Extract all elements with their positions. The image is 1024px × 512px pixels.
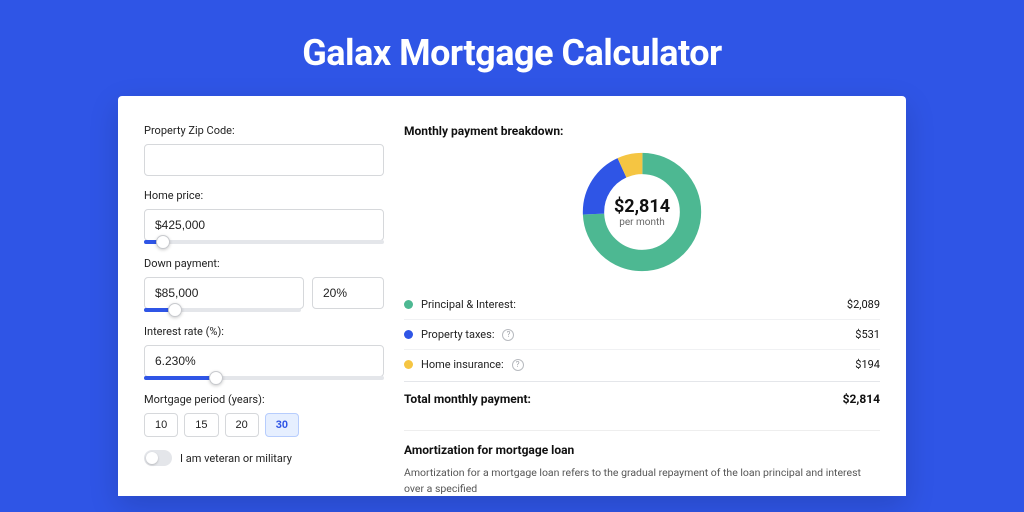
down-payment-label: Down payment:	[144, 257, 384, 270]
home-price-slider[interactable]	[144, 240, 384, 244]
breakdown-legend: Principal & Interest: $2,089 Property taxe…	[404, 290, 880, 379]
total-label: Total monthly payment:	[404, 392, 531, 406]
amortization-text: Amortization for a mortgage loan refers …	[404, 465, 880, 497]
period-option-30[interactable]: 30	[265, 413, 299, 437]
amortization-title: Amortization for mortgage loan	[404, 443, 880, 457]
down-payment-slider[interactable]	[144, 308, 301, 312]
interest-field-group: Interest rate (%):	[144, 325, 384, 380]
zip-field-group: Property Zip Code:	[144, 124, 384, 176]
period-options: 1015 2030	[144, 413, 384, 437]
interest-slider-fill	[144, 376, 216, 380]
legend-dot	[404, 330, 413, 339]
legend-value: $194	[855, 358, 880, 371]
interest-slider-thumb[interactable]	[209, 371, 223, 385]
down-payment-input[interactable]	[144, 277, 304, 309]
donut-chart: $2,814 per month	[404, 148, 880, 276]
veteran-row: I am veteran or military	[144, 450, 384, 466]
legend-dot	[404, 360, 413, 369]
legend-label: Home insurance:	[421, 358, 504, 371]
down-payment-pct-input[interactable]	[312, 277, 384, 309]
amortization-section: Amortization for mortgage loan Amortizat…	[404, 430, 880, 497]
period-option-20[interactable]: 20	[225, 413, 259, 437]
legend-row: Principal & Interest: $2,089	[404, 290, 880, 319]
legend-dot	[404, 300, 413, 309]
period-field-group: Mortgage period (years): 1015 2030	[144, 393, 384, 437]
page-title: Galax Mortgage Calculator	[0, 0, 1024, 96]
period-label: Mortgage period (years):	[144, 393, 384, 406]
legend-value: $531	[855, 328, 880, 341]
form-column: Property Zip Code: Home price: Down paym…	[144, 124, 384, 497]
veteran-label: I am veteran or military	[180, 452, 292, 465]
legend-label: Property taxes:	[421, 328, 494, 341]
legend-row: Property taxes:? $531	[404, 319, 880, 349]
legend-value: $2,089	[847, 298, 880, 311]
breakdown-column: Monthly payment breakdown: $2,814 per mo…	[404, 124, 880, 497]
interest-label: Interest rate (%):	[144, 325, 384, 338]
home-price-slider-thumb[interactable]	[156, 235, 170, 249]
breakdown-title: Monthly payment breakdown:	[404, 124, 880, 138]
donut-center: $2,814 per month	[614, 196, 670, 228]
period-option-15[interactable]: 15	[184, 413, 218, 437]
home-price-input[interactable]	[144, 209, 384, 241]
total-row: Total monthly payment: $2,814	[404, 381, 880, 416]
zip-input[interactable]	[144, 144, 384, 176]
down-payment-field-group: Down payment:	[144, 257, 384, 312]
home-price-label: Home price:	[144, 189, 384, 202]
donut-center-label: per month	[614, 217, 670, 228]
legend-row: Home insurance:? $194	[404, 349, 880, 379]
interest-slider[interactable]	[144, 376, 384, 380]
total-value: $2,814	[843, 392, 880, 406]
legend-label: Principal & Interest:	[421, 298, 516, 311]
home-price-field-group: Home price:	[144, 189, 384, 244]
down-payment-slider-thumb[interactable]	[168, 303, 182, 317]
zip-label: Property Zip Code:	[144, 124, 384, 137]
info-icon[interactable]: ?	[512, 359, 524, 371]
veteran-toggle[interactable]	[144, 450, 172, 466]
interest-input[interactable]	[144, 345, 384, 377]
donut-center-value: $2,814	[614, 196, 670, 217]
calculator-card: Property Zip Code: Home price: Down paym…	[118, 96, 906, 496]
info-icon[interactable]: ?	[502, 329, 514, 341]
period-option-10[interactable]: 10	[144, 413, 178, 437]
